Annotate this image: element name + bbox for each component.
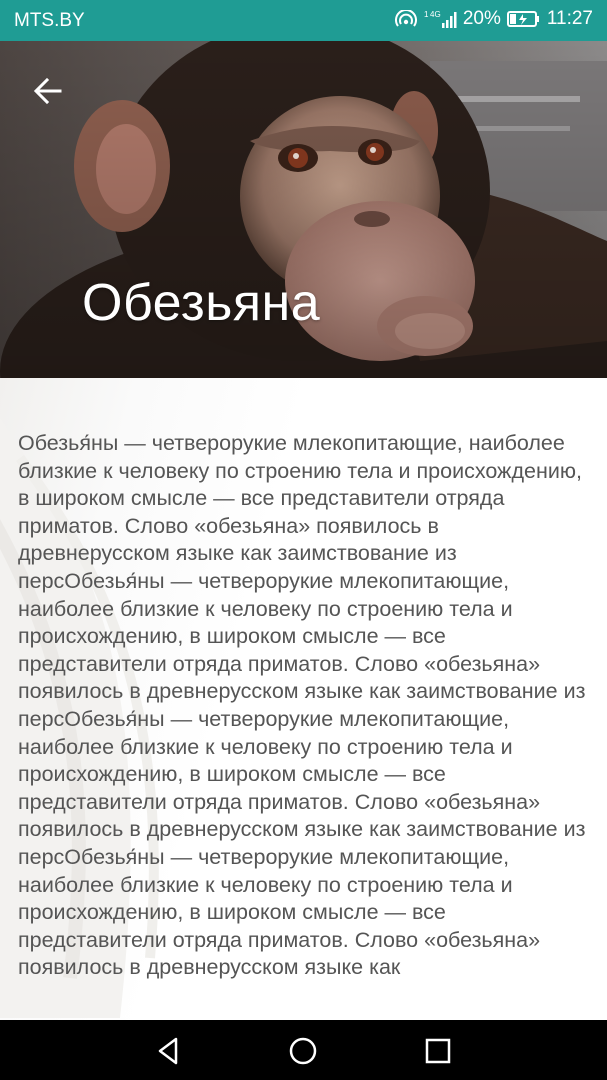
nav-recent-apps-button[interactable] bbox=[421, 1034, 455, 1068]
battery-charging-icon bbox=[506, 10, 541, 28]
signal-icon: 1 4G bbox=[423, 9, 457, 29]
hotspot-icon bbox=[394, 10, 417, 28]
carrier-name: MTS.BY bbox=[14, 10, 85, 31]
status-bar: MTS.BY 1 4G 20% 11:27 bbox=[0, 0, 607, 41]
arrow-left-icon bbox=[33, 77, 62, 105]
article-content[interactable]: Обезья́ны — четверорукие млекопитающие, … bbox=[0, 378, 607, 1020]
status-icons: 1 4G 20% 11:27 bbox=[394, 8, 593, 30]
square-recent-icon bbox=[425, 1038, 451, 1064]
nav-back-button[interactable] bbox=[152, 1034, 186, 1068]
svg-text:4G: 4G bbox=[430, 10, 441, 19]
article-body: Обезья́ны — четверорукие млекопитающие, … bbox=[18, 431, 586, 980]
system-navigation-bar bbox=[0, 1020, 607, 1080]
triangle-back-icon bbox=[158, 1037, 178, 1065]
clock: 11:27 bbox=[546, 8, 593, 29]
nav-home-button[interactable] bbox=[286, 1034, 320, 1068]
battery-percent: 20% bbox=[462, 8, 501, 29]
page-title: Обезьяна bbox=[82, 274, 321, 332]
circle-home-icon bbox=[289, 1037, 317, 1065]
svg-text:1: 1 bbox=[424, 10, 429, 19]
header-image: Обезьяна bbox=[0, 41, 607, 378]
back-button[interactable] bbox=[20, 69, 76, 113]
